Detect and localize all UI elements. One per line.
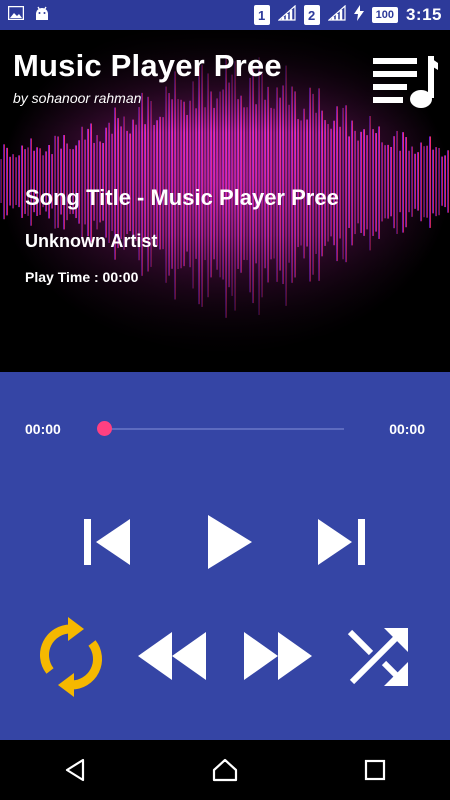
back-icon [65,758,85,782]
rewind-icon [138,632,206,680]
rewind-button[interactable] [138,632,206,680]
repeat-button[interactable] [38,615,104,699]
recents-button[interactable] [345,740,405,800]
gallery-icon [7,5,25,25]
seek-thumb[interactable] [96,421,112,436]
now-playing-banner: Music Player Pree by sohanoor rahman Son… [0,30,450,372]
skip-next-icon [318,519,365,565]
home-icon [212,758,238,782]
recents-icon [364,759,386,781]
artist-name: Unknown Artist [25,231,158,251]
status-clock: 3:15 [405,5,442,24]
status-bar: 1 2 100 3:15 [0,0,450,30]
fast-forward-button[interactable] [244,632,312,680]
repeat-icon [40,617,102,697]
home-button[interactable] [195,740,255,800]
play-icon [208,515,252,569]
playlist-button[interactable] [370,54,440,114]
next-button[interactable] [318,517,366,567]
shuffle-icon [347,628,408,686]
total-time: 00:00 [389,421,425,437]
battery-indicator: 100 [371,7,398,23]
player-controls: 00:00 00:00 [0,372,450,740]
system-nav-bar [0,740,450,800]
seek-bar[interactable] [104,428,344,430]
previous-button[interactable] [84,517,132,567]
android-icon [34,5,50,26]
app-author: by sohanoor rahman [13,90,142,106]
shuffle-button[interactable] [346,626,410,688]
fast-forward-icon [244,632,312,680]
charging-icon [353,4,364,26]
skip-previous-icon [84,519,130,565]
app-title: Music Player Pree [13,48,282,83]
sim2-badge: 2 [303,5,320,25]
play-time: Play Time : 00:00 [25,269,139,285]
signal-icon [327,4,346,26]
playlist-icon [373,56,438,108]
signal-icon [277,4,296,26]
sim1-badge: 1 [253,5,270,25]
current-time: 00:00 [25,421,61,437]
song-title: Song Title - Music Player Pree [25,185,339,210]
play-button[interactable] [208,515,252,569]
back-button[interactable] [45,740,105,800]
